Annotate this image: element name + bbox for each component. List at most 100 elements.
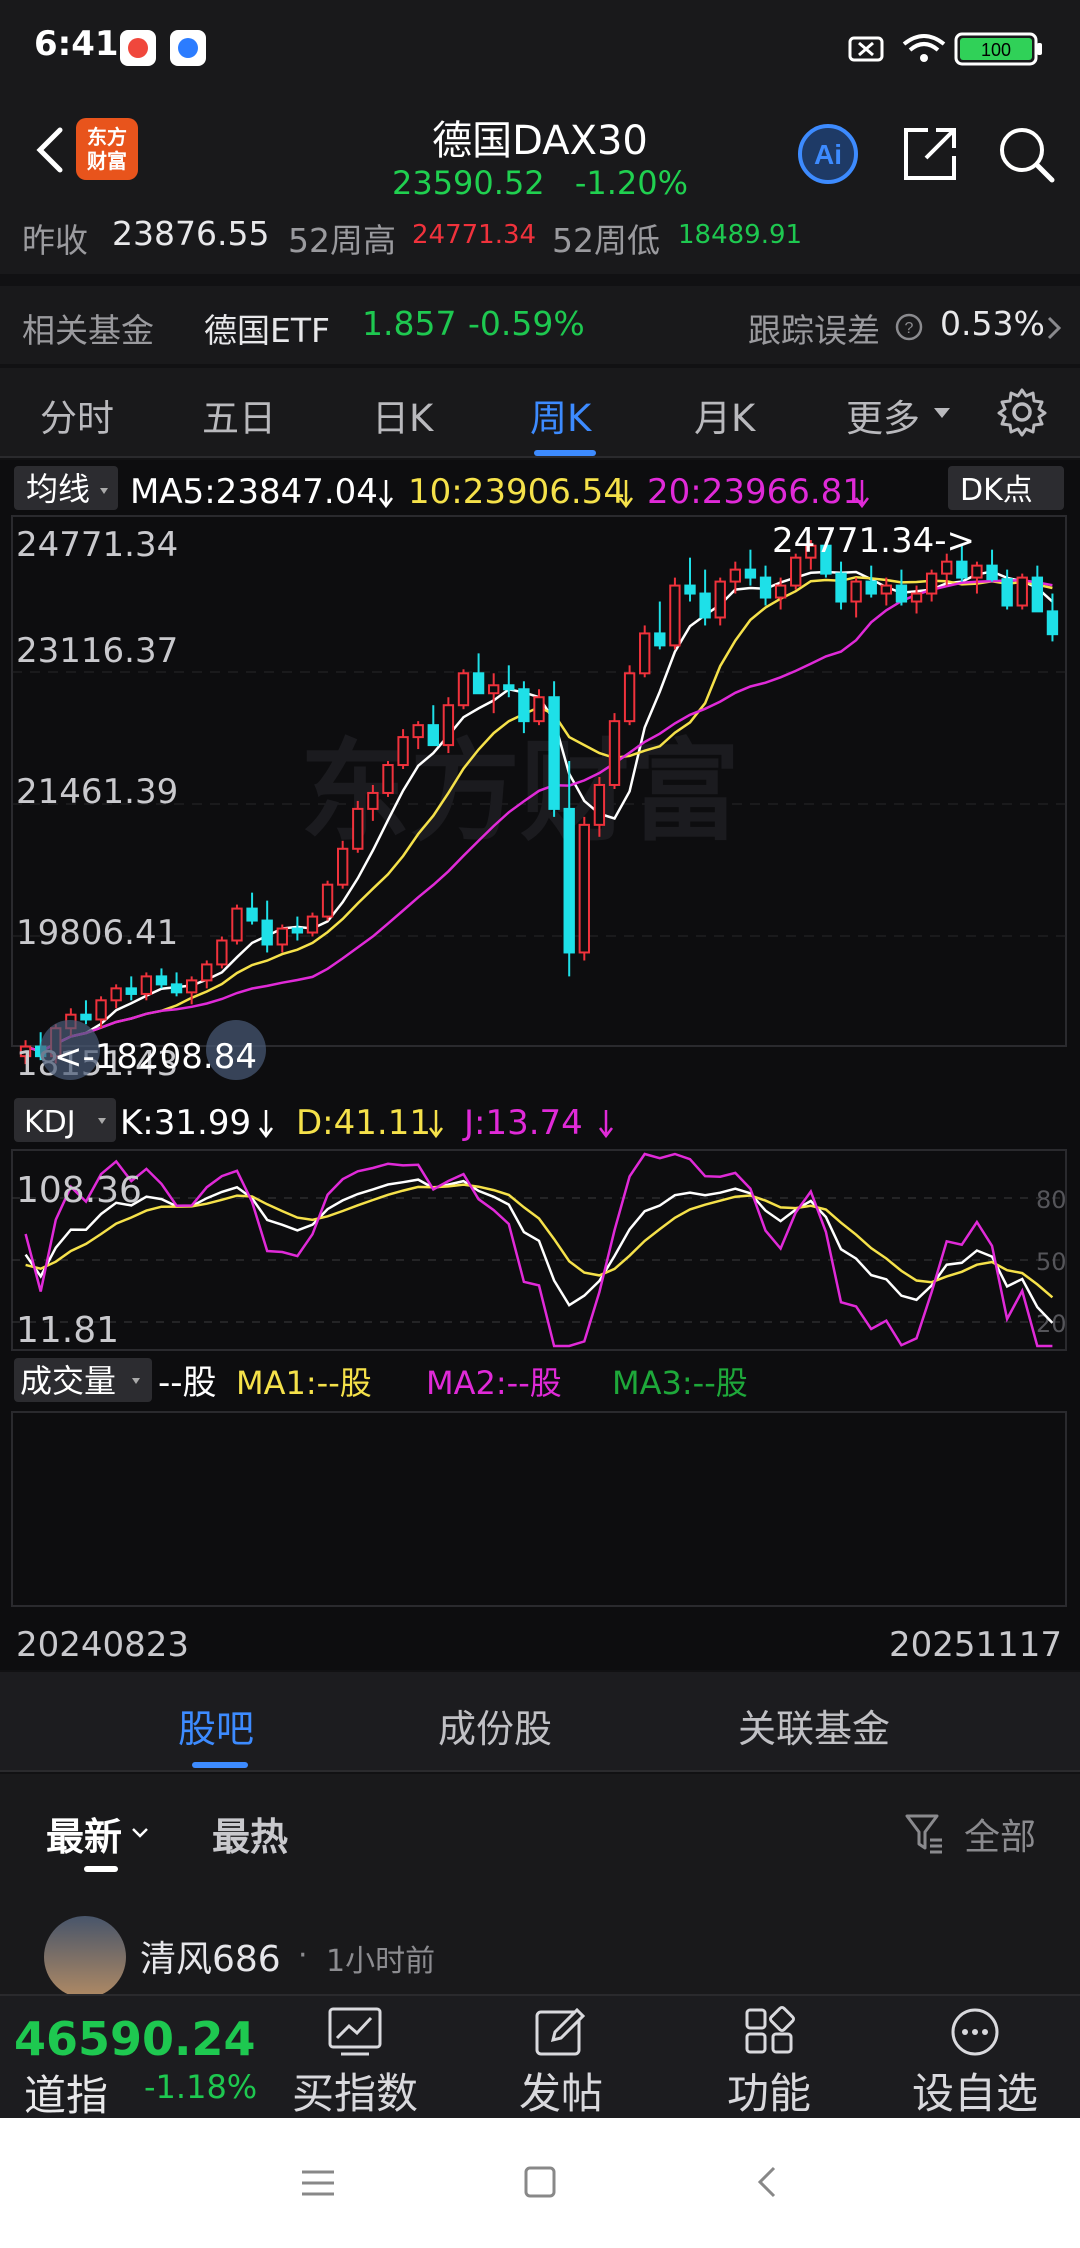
- add-watchlist-label: 设自选: [911, 2069, 1038, 2118]
- candle-body: [246, 907, 258, 922]
- volume-selector: 成交量: [20, 1362, 116, 1400]
- ma5-value: MA5:23847.04: [130, 472, 378, 512]
- related-fund-row[interactable]: 相关基金 德国ETF 1.857 -0.59% 跟踪误差 ? 0.53%: [0, 286, 1080, 364]
- functions-label: 功能: [726, 2069, 811, 2118]
- candle-body: [472, 672, 485, 695]
- candle-body: [397, 736, 409, 767]
- home-icon[interactable]: [520, 2162, 560, 2202]
- kdj-level-50-label: 50: [1036, 1248, 1067, 1276]
- kdj-j-line: [24, 1152, 1053, 1348]
- filter-label[interactable]: 全部: [964, 1808, 1036, 1860]
- ma10-value: 10:23906.54: [408, 472, 625, 512]
- sort-latest[interactable]: 最新: [46, 1806, 122, 1861]
- active-tab-indicator: [534, 450, 596, 456]
- candle-body: [563, 807, 575, 954]
- candle-body: [593, 783, 606, 826]
- post-time: 1小时前: [326, 1944, 436, 1979]
- sort-hot[interactable]: 最热: [212, 1806, 288, 1861]
- kdj-level-20-label: 20: [1036, 1310, 1067, 1338]
- tab-more[interactable]: 更多: [846, 388, 920, 442]
- share-icon[interactable]: [898, 122, 962, 186]
- kdj-k-arrow: [259, 1110, 273, 1139]
- candle-body: [201, 963, 213, 982]
- candle-body: [986, 564, 998, 581]
- max-price-annotation: 24771.34->: [772, 521, 975, 561]
- sort-indicator: [84, 1866, 118, 1872]
- buy-index-button[interactable]: 买指数: [280, 2006, 430, 2118]
- more-circle-icon: [951, 2008, 999, 2056]
- post-author[interactable]: 清风686: [140, 1930, 281, 1982]
- search-icon[interactable]: [994, 122, 1058, 186]
- kdj-j-arrow: [599, 1110, 613, 1139]
- period-tabs: 分时 五日 日K 周K 月K 更多: [0, 368, 1080, 458]
- candle-body: [865, 580, 877, 595]
- header: 东方 财富 德国DAX30 23590.52 -1.20% Ai: [0, 96, 1080, 208]
- volume-ma3: MA3:--股: [612, 1364, 748, 1402]
- back-nav-icon[interactable]: [748, 2162, 788, 2202]
- functions-button[interactable]: 功能: [694, 2006, 844, 2118]
- kdj-bottom-label: 11.81: [16, 1310, 119, 1351]
- volume-ma1: MA1:--股: [236, 1364, 372, 1402]
- settings-gear-icon[interactable]: [996, 386, 1048, 438]
- candle-body: [306, 915, 319, 934]
- ai-assistant-icon[interactable]: Ai: [796, 122, 860, 186]
- tab-weekly-k[interactable]: 周K: [530, 388, 591, 442]
- change-percent: -1.20%: [574, 164, 689, 202]
- candle-body: [850, 580, 862, 603]
- chat-notification-icon: [170, 30, 206, 66]
- tab-five-day[interactable]: 五日: [202, 388, 276, 442]
- candle-body: [1031, 576, 1044, 613]
- candle-body: [321, 883, 334, 918]
- battery-level: 100: [981, 40, 1011, 60]
- candle-body: [518, 688, 530, 723]
- candle-body: [684, 584, 696, 595]
- low52-label: 52周低: [552, 221, 660, 260]
- ma-selector: 均线: [26, 470, 90, 508]
- candle-body: [95, 999, 107, 1021]
- kdj-d-value: D:41.11: [296, 1103, 431, 1143]
- candle-body: [503, 684, 515, 691]
- feed-sort-bar: 最新 最热 全部: [0, 1774, 1080, 1894]
- tab-constituents[interactable]: 成份股: [438, 1698, 552, 1753]
- candle-body: [1046, 610, 1059, 636]
- status-icons: 100: [848, 32, 1042, 66]
- avatar[interactable]: [44, 1916, 126, 1998]
- filter-icon[interactable]: [904, 1812, 944, 1856]
- dow-name[interactable]: 道指: [24, 2062, 108, 2123]
- candle-body: [654, 632, 666, 647]
- date-end: 20251117: [889, 1625, 1062, 1665]
- buy-index-label: 买指数: [291, 2069, 418, 2118]
- candle-body: [412, 724, 424, 739]
- candle-body: [80, 1013, 92, 1021]
- tab-related-funds[interactable]: 关联基金: [738, 1698, 890, 1753]
- candle-body: [442, 704, 455, 747]
- watermark: 东方财富: [300, 728, 740, 856]
- candle-body: [956, 560, 968, 579]
- candle-body: [623, 672, 636, 723]
- new-post-button[interactable]: 发帖: [486, 2006, 636, 2118]
- menu-icon[interactable]: [298, 2166, 338, 2200]
- kline-chart-svg[interactable]: 均线 MA5:23847.04 10:23906.54 20:23966.81 …: [0, 460, 1080, 1670]
- system-navigation-bar: [0, 2118, 1080, 2248]
- tab-monthly-k[interactable]: 月K: [694, 388, 755, 442]
- candle-body: [427, 724, 439, 747]
- volume-panel-frame: [11, 1411, 1067, 1607]
- post-separator: ·: [298, 1938, 308, 1973]
- fund-name: 德国ETF: [204, 311, 330, 350]
- tab-stock-forum[interactable]: 股吧: [178, 1698, 254, 1753]
- post-item[interactable]: 清风686 · 1小时前: [0, 1894, 1080, 1998]
- add-watchlist-button[interactable]: 设自选: [900, 2006, 1050, 2118]
- y-label-3: 21461.39: [16, 772, 178, 812]
- tab-daily-k[interactable]: 日K: [372, 388, 433, 442]
- kdj-top-label: 108.36: [16, 1170, 142, 1211]
- dow-value[interactable]: 46590.24: [14, 2012, 256, 2066]
- candle-body: [608, 720, 621, 786]
- volume-value: --股: [158, 1363, 217, 1403]
- candle-body: [880, 584, 893, 595]
- dow-change[interactable]: -1.18%: [144, 2068, 257, 2106]
- tab-intraday[interactable]: 分时: [40, 388, 114, 442]
- candle-body: [548, 696, 560, 810]
- help-icon[interactable]: ?: [894, 312, 924, 342]
- kline-chart[interactable]: 均线 MA5:23847.04 10:23906.54 20:23966.81 …: [0, 460, 1080, 1670]
- candle-body: [155, 975, 168, 986]
